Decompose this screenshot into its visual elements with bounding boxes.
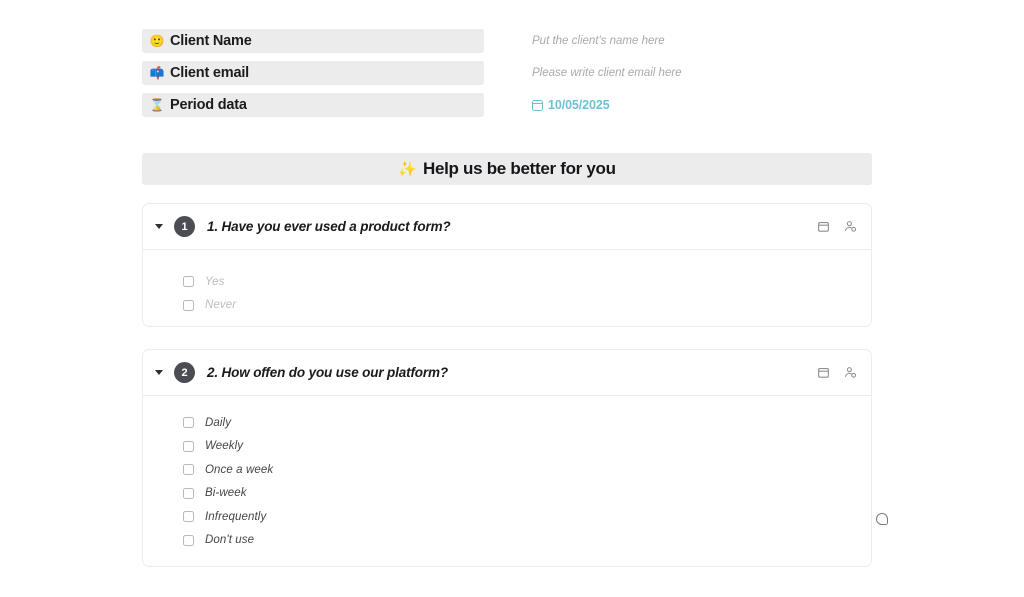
sparkles-icon: ✨ (398, 160, 417, 178)
question-text: 1. Have you ever used a product form? (207, 219, 451, 234)
period-data-field[interactable]: ⌛ Period data (142, 93, 484, 117)
question-options: Yes Never (143, 250, 871, 333)
question-card: 1 1. Have you ever used a product form? (142, 203, 872, 327)
checkbox[interactable] (183, 487, 194, 499)
option-label: Infrequently (205, 510, 267, 523)
option-row[interactable]: Never (143, 294, 871, 318)
question-card-header[interactable]: 1 1. Have you ever used a product form? (143, 204, 871, 250)
client-meta-section: 🙂 Client Name Put the client's name here… (142, 29, 882, 125)
option-label: Yes (205, 275, 225, 288)
calendar-icon (532, 99, 543, 111)
person-face-icon: 🙂 (149, 34, 165, 48)
question-text: 2. How offen do you use our platform? (207, 365, 448, 380)
checkbox[interactable] (183, 417, 194, 429)
meta-row-client-email: 📫 Client email Please write client email… (142, 61, 882, 85)
question-card: 2 2. How offen do you use our platform? (142, 349, 872, 567)
option-row[interactable]: Yes (143, 270, 871, 294)
client-email-label: Client email (170, 65, 249, 81)
client-email-placeholder[interactable]: Please write client email here (532, 61, 682, 85)
period-data-date-text: 10/05/2025 (548, 98, 610, 112)
calendar-icon[interactable] (817, 220, 830, 233)
question-header-actions (817, 366, 857, 379)
person-settings-icon[interactable] (844, 220, 857, 233)
option-label: Weekly (205, 440, 244, 453)
hourglass-icon: ⌛ (149, 98, 165, 112)
checkbox[interactable] (183, 299, 194, 311)
option-row[interactable]: Weekly (143, 435, 871, 459)
period-data-value[interactable]: 10/05/2025 (532, 93, 610, 117)
meta-row-client-name: 🙂 Client Name Put the client's name here (142, 29, 882, 53)
checkbox[interactable] (183, 511, 194, 523)
page-title: Help us be better for you (422, 159, 616, 178)
option-row[interactable]: Daily (143, 411, 871, 435)
meta-row-period-data: ⌛ Period data 10/05/2025 (142, 93, 882, 117)
checkbox[interactable] (183, 276, 194, 288)
chevron-down-icon[interactable] (155, 224, 163, 229)
client-email-field[interactable]: 📫 Client email (142, 61, 484, 85)
client-name-placeholder[interactable]: Put the client's name here (532, 29, 665, 53)
question-card-header[interactable]: 2 2. How offen do you use our platform? (143, 350, 871, 396)
option-label: Never (205, 299, 237, 312)
question-header-actions (817, 220, 857, 233)
person-settings-icon[interactable] (844, 366, 857, 379)
checkbox[interactable] (183, 534, 194, 546)
form-page: 🙂 Client Name Put the client's name here… (0, 0, 1024, 597)
question-number-badge: 1 (174, 216, 195, 237)
question-options: Daily Weekly Once a week Bi-week Infrequ… (143, 396, 871, 568)
checkbox[interactable] (183, 440, 194, 452)
option-label: Once a week (205, 463, 274, 476)
option-row[interactable]: Infrequently (143, 505, 871, 529)
period-data-label: Period data (170, 97, 247, 113)
question-number-badge: 2 (174, 362, 195, 383)
client-name-field[interactable]: 🙂 Client Name (142, 29, 484, 53)
option-label: Daily (205, 416, 232, 429)
option-row[interactable]: Bi-week (143, 482, 871, 506)
option-row[interactable]: Once a week (143, 458, 871, 482)
survey-banner: ✨ Help us be better for you (142, 153, 872, 185)
checkbox[interactable] (183, 464, 194, 476)
option-label: Bi-week (205, 487, 247, 500)
option-label: Don't use (205, 534, 255, 547)
chevron-down-icon[interactable] (155, 370, 163, 375)
cursor-indicator (876, 513, 888, 525)
calendar-icon[interactable] (817, 366, 830, 379)
client-name-label: Client Name (170, 33, 252, 49)
option-row[interactable]: Don't use (143, 529, 871, 553)
mailbox-icon: 📫 (149, 66, 165, 80)
